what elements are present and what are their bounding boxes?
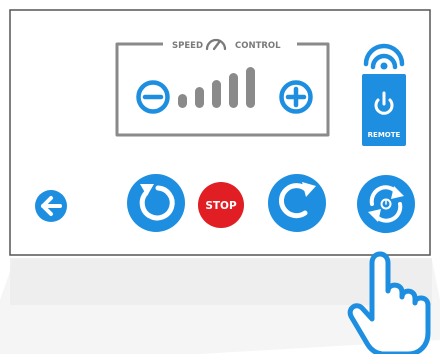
control-panel-scene: SPEED CONTROL REMOTE STOP xyxy=(0,9,440,354)
speed-bar-4 xyxy=(229,73,238,108)
speed-bar-1 xyxy=(178,94,187,108)
speed-bar-2 xyxy=(195,87,204,108)
speed-bar-5 xyxy=(246,67,255,108)
rotate-left-button[interactable] xyxy=(127,174,185,232)
rotate-right-bg[interactable] xyxy=(268,174,326,232)
stop-label: STOP xyxy=(205,200,237,212)
speed-label: SPEED xyxy=(172,41,203,51)
speed-bar-3 xyxy=(212,80,221,108)
rotate-right-button[interactable] xyxy=(268,174,326,232)
rotate-left-bg[interactable] xyxy=(127,174,185,232)
remote-label: REMOTE xyxy=(368,131,401,139)
control-label: CONTROL xyxy=(235,41,281,51)
auto-rotate-button[interactable] xyxy=(357,175,415,233)
stop-button[interactable]: STOP xyxy=(198,182,244,228)
back-button[interactable] xyxy=(35,190,67,222)
speed-increase-button[interactable] xyxy=(279,80,313,114)
